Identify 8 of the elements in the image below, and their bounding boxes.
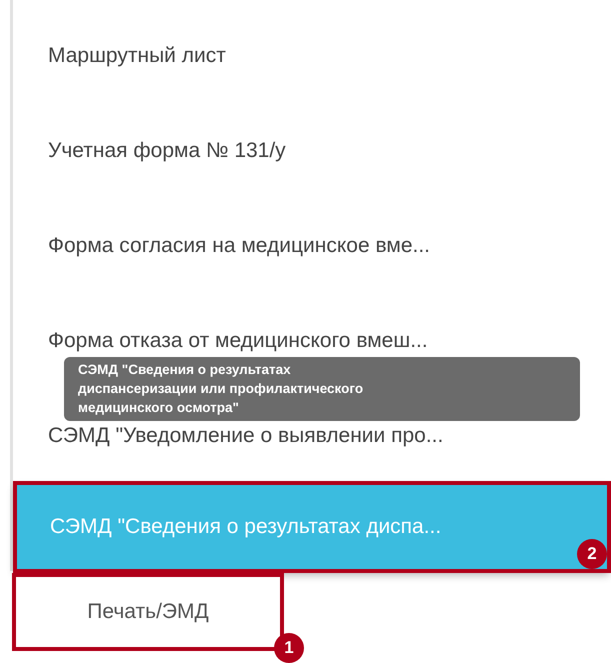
menu-item[interactable]: СЭМД "Сведения о результатах диспа... 2	[15, 483, 609, 571]
print-button[interactable]: Печать/ЭМД	[12, 573, 284, 651]
menu-item[interactable]: Маршрутный лист	[13, 8, 611, 103]
tooltip: СЭМД "Сведения о результатах диспансеризации или профилактического медицинского осмотра"	[64, 357, 580, 421]
menu-item[interactable]: Учетная форма № 131/у	[13, 103, 611, 198]
step-number-badge: 2	[577, 539, 607, 569]
menu-item[interactable]: Форма согласия на медицинское вме...	[13, 198, 611, 293]
step-number-badge: 1	[274, 633, 304, 663]
